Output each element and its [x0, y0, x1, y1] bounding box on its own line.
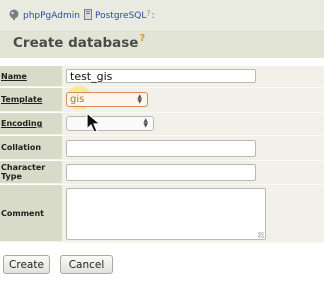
form-row-collation: Collation: [0, 136, 324, 161]
server-help-link[interactable]: ?: [146, 9, 150, 18]
breadcrumb-separator: :: [151, 11, 155, 21]
character-type-label: Character Type: [0, 161, 62, 184]
comment-label: Comment: [0, 185, 62, 242]
page-title: Create database: [13, 35, 139, 51]
resize-grip-icon[interactable]: [258, 232, 264, 238]
collation-label: Collation: [0, 136, 62, 160]
template-select-value: gis: [70, 94, 85, 105]
breadcrumb-bar: phpPgAdmin PostgreSQL ? :: [0, 0, 324, 32]
breadcrumb-app-link[interactable]: phpPgAdmin: [23, 11, 80, 21]
template-label: Template: [0, 88, 62, 112]
create-button[interactable]: Create: [3, 255, 50, 274]
server-icon: [84, 9, 92, 23]
collation-input[interactable]: [66, 140, 256, 157]
elephant-icon: [8, 9, 20, 24]
comment-cell: [62, 185, 324, 243]
encoding-label: Encoding: [0, 113, 62, 135]
name-cell: test_gis: [62, 66, 324, 88]
form-row-template: Template gis ▲ ▼: [0, 86, 324, 113]
chevron-updown-icon: ▲ ▼: [137, 93, 142, 105]
character-type-cell: [62, 161, 324, 185]
mouse-cursor-icon: [86, 111, 102, 138]
template-select[interactable]: gis ▲ ▼: [66, 92, 148, 107]
breadcrumb-app[interactable]: phpPgAdmin: [8, 9, 80, 23]
name-label: Name: [0, 66, 62, 87]
breadcrumb-server[interactable]: PostgreSQL ? :: [84, 9, 155, 23]
page-help-link[interactable]: ?: [139, 33, 145, 44]
form-row-comment: Comment: [0, 185, 324, 243]
form-row-character-type: Character Type: [0, 161, 324, 185]
name-input[interactable]: test_gis: [66, 69, 256, 83]
character-type-input[interactable]: [66, 164, 256, 181]
breadcrumb-server-link[interactable]: PostgreSQL: [95, 11, 146, 21]
form-row-encoding: Encoding ▲ ▼: [0, 113, 324, 136]
page-heading: Create database?: [0, 32, 324, 58]
cancel-button[interactable]: Cancel: [60, 255, 113, 274]
form-row-name: Name test_gis: [0, 66, 324, 88]
template-cell: gis ▲ ▼: [62, 86, 324, 113]
chevron-updown-icon: ▲ ▼: [143, 117, 148, 129]
comment-textarea[interactable]: [66, 188, 266, 240]
collation-cell: [62, 136, 324, 161]
page-title-wrap: Create database?: [13, 33, 145, 51]
encoding-select[interactable]: ▲ ▼: [66, 116, 154, 131]
